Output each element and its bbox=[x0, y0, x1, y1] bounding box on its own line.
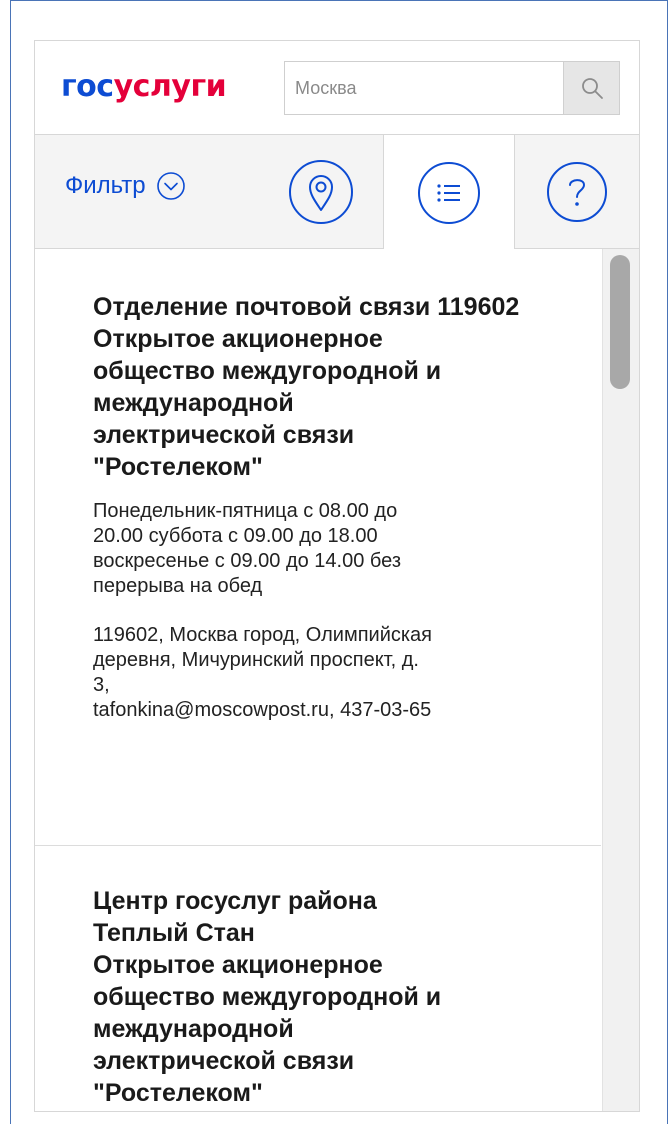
logo-part-uslugi: услуги bbox=[113, 69, 227, 104]
office-address: 119602, Москва город, Олимпийская деревн… bbox=[93, 624, 433, 721]
filter-label: Фильтр bbox=[65, 172, 146, 199]
search-icon bbox=[580, 76, 604, 100]
office-hours: Понедельник-пятница с 08.00 до 20.00 суб… bbox=[93, 500, 401, 597]
map-pin-icon bbox=[288, 159, 354, 225]
view-toolbar: Фильтр bbox=[35, 135, 639, 250]
tab-help[interactable] bbox=[515, 135, 639, 249]
tab-list[interactable] bbox=[383, 135, 515, 250]
list-item[interactable]: Отделение почтовой связи 119602 Открытое… bbox=[35, 291, 601, 723]
service-centers-widget: госуслуги Фильтр bbox=[34, 40, 640, 1112]
tab-map[interactable] bbox=[259, 135, 383, 249]
list-item[interactable]: Центр госуслуг района Теплый Стан Открыт… bbox=[35, 885, 601, 1109]
filter-toggle[interactable]: Фильтр bbox=[65, 171, 186, 201]
office-title: Отделение почтовой связи 119602 bbox=[93, 293, 520, 321]
widget-header: госуслуги bbox=[35, 41, 639, 135]
question-icon bbox=[546, 161, 608, 223]
search-box bbox=[284, 61, 620, 115]
logo-part-gos: гос bbox=[61, 69, 114, 104]
chevron-down-icon bbox=[156, 171, 186, 201]
list-divider bbox=[35, 845, 601, 846]
scrollbar-thumb[interactable] bbox=[610, 255, 630, 389]
scrollbar[interactable] bbox=[602, 249, 639, 1111]
office-organization: Открытое акционерное общество междугород… bbox=[93, 951, 442, 1107]
search-button[interactable] bbox=[563, 62, 619, 114]
gosuslugi-logo[interactable]: госуслуги bbox=[61, 69, 227, 105]
offices-list[interactable]: Отделение почтовой связи 119602 Открытое… bbox=[35, 249, 639, 1111]
list-icon bbox=[417, 161, 481, 225]
search-input[interactable] bbox=[285, 62, 563, 114]
office-organization: Открытое акционерное общество междугород… bbox=[93, 325, 442, 481]
office-title: Центр госуслуг района Теплый Стан bbox=[93, 887, 377, 947]
